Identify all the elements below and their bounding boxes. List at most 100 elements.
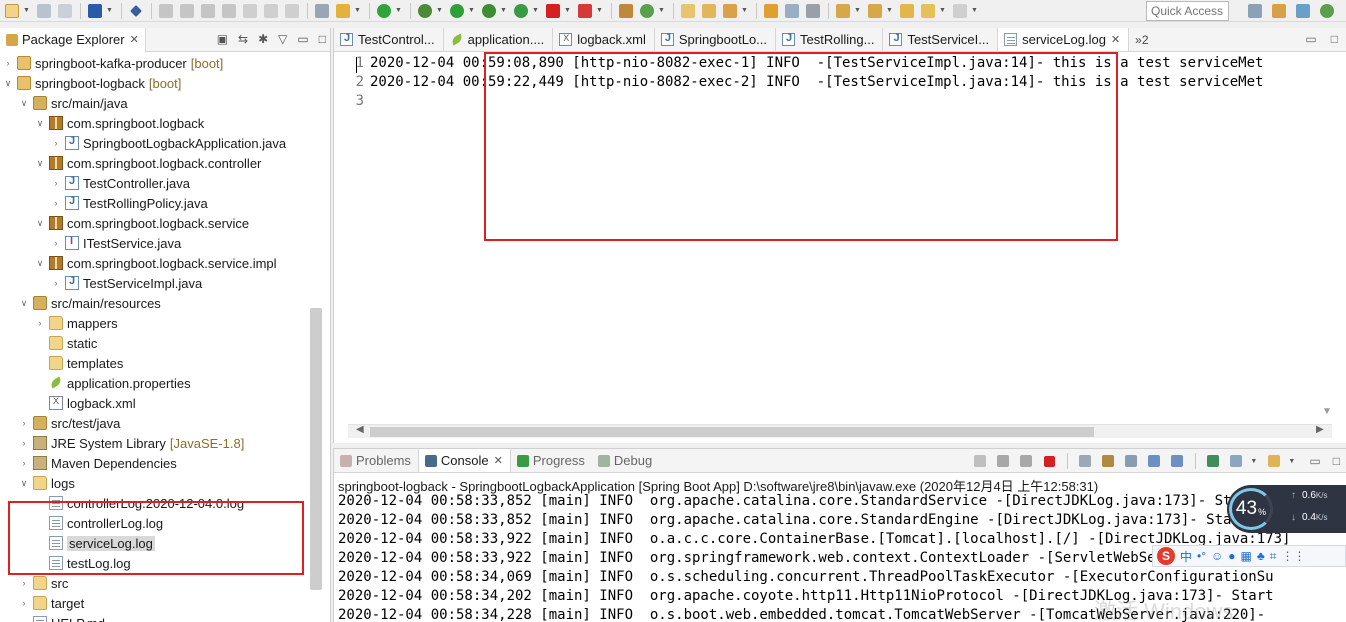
collapsed-chevron-icon[interactable]: › [18, 418, 30, 428]
tree-item[interactable]: ∨ springboot-logback [boot] [0, 73, 182, 93]
tree-item[interactable]: ∨ com.springboot.logback.service [0, 213, 249, 233]
console-tab[interactable]: Problems [334, 449, 418, 472]
new-icon[interactable] [2, 2, 22, 20]
package-tree-scrollbar[interactable] [310, 308, 322, 590]
tree-item[interactable]: ∨ src/main/resources [0, 293, 161, 313]
collapsed-chevron-icon[interactable]: › [50, 278, 62, 288]
toggle-block-selection-icon[interactable] [782, 2, 802, 20]
maximize-icon[interactable]: □ [1331, 32, 1338, 46]
step-over-icon[interactable] [261, 2, 281, 20]
keyboard-icon[interactable]: ▦ [1241, 549, 1252, 563]
run-external-icon[interactable] [511, 2, 531, 20]
scroll-right-icon[interactable]: ▶ [1316, 424, 1324, 435]
open-perspective-icon[interactable] [1245, 2, 1265, 20]
editor-horizontal-scrollbar[interactable]: ◀ ▶ [348, 424, 1332, 438]
terminate-relaunch-icon[interactable] [971, 452, 989, 470]
new-java-class-icon[interactable] [637, 2, 657, 20]
tree-item[interactable]: › springboot-kafka-producer [boot] [0, 53, 224, 73]
open-project-icon[interactable] [699, 2, 719, 20]
view-menu-icon[interactable]: ▽ [278, 32, 287, 46]
ime-toolbar[interactable]: S 中 •° ☺ ● ▦ ♣ ⌗ ⋮⋮ [1152, 545, 1346, 567]
editor-tab[interactable]: application.... [444, 28, 554, 51]
punctuation-icon[interactable]: •° [1197, 549, 1206, 563]
maximize-icon[interactable]: □ [319, 32, 326, 46]
tree-item[interactable]: logback.xml [0, 393, 136, 413]
tree-item[interactable]: ∨ src/main/java [0, 93, 128, 113]
chevron-down-icon[interactable]: ▼ [436, 7, 444, 14]
tree-item[interactable]: › src/test/java [0, 413, 121, 433]
chevron-down-icon[interactable]: ▼ [886, 7, 894, 14]
scrollbar-thumb[interactable] [370, 427, 1094, 437]
tree-item[interactable]: › Maven Dependencies [0, 453, 177, 473]
collapsed-chevron-icon[interactable]: › [18, 578, 30, 588]
chevron-down-icon[interactable]: ▼ [1288, 458, 1296, 465]
grid-menu-icon[interactable]: ⋮⋮ [1282, 549, 1306, 563]
tree-item[interactable]: ∨ logs [0, 473, 75, 493]
run-icon[interactable] [447, 2, 467, 20]
chevron-down-icon[interactable]: ▼ [468, 7, 476, 14]
tree-item[interactable]: › src [0, 573, 69, 593]
chevron-down-icon[interactable]: ▼ [971, 7, 979, 14]
collapsed-chevron-icon[interactable]: › [50, 198, 62, 208]
toggle-mark-occurrences-icon[interactable] [761, 2, 781, 20]
scroll-down-icon[interactable]: ▼ [1322, 406, 1332, 417]
collapsed-chevron-icon[interactable]: › [34, 318, 46, 328]
show-on-stdout-icon[interactable] [1145, 452, 1163, 470]
network-monitor-widget[interactable]: 43% ↑ 0.6K/s ↓ 0.4K/s [1227, 485, 1346, 533]
skip-breakpoints-icon[interactable] [126, 2, 146, 20]
chevron-down-icon[interactable]: ▼ [500, 7, 508, 14]
tree-item[interactable]: › mappers [0, 313, 118, 333]
console-tab[interactable]: Console ✕ [417, 449, 511, 472]
previous-annotation-icon[interactable] [865, 2, 885, 20]
collapsed-chevron-icon[interactable]: › [18, 438, 30, 448]
expanded-chevron-icon[interactable]: ∨ [34, 218, 46, 229]
tree-item[interactable]: › SpringbootLogbackApplication.java [0, 133, 287, 153]
collapsed-chevron-icon[interactable]: › [50, 138, 62, 148]
close-icon[interactable]: ✕ [130, 33, 139, 46]
maximize-icon[interactable]: □ [1333, 454, 1340, 468]
tree-item[interactable]: ∨ com.springboot.logback [0, 113, 205, 133]
word-wrap-icon[interactable] [1122, 452, 1140, 470]
new-java-package-icon[interactable] [616, 2, 636, 20]
minimize-icon[interactable]: ▭ [1309, 454, 1320, 468]
skin-icon[interactable]: ♣ [1257, 549, 1265, 563]
open-type-icon[interactable] [333, 2, 353, 20]
suspend-icon[interactable] [177, 2, 197, 20]
chevron-down-icon[interactable]: ▼ [23, 7, 31, 14]
step-return-icon[interactable] [282, 2, 302, 20]
tree-item[interactable]: static [0, 333, 97, 353]
expanded-chevron-icon[interactable]: ∨ [34, 258, 46, 269]
quick-access-input[interactable] [1146, 1, 1229, 21]
open-folder-icon[interactable] [678, 2, 698, 20]
chevron-down-icon[interactable]: ▼ [1250, 458, 1258, 465]
chevron-down-icon[interactable]: ▼ [854, 7, 862, 14]
expanded-chevron-icon[interactable]: ∨ [18, 98, 30, 109]
emoji-icon[interactable]: ☺ [1211, 549, 1223, 563]
screenshot-icon[interactable]: ⌗ [1270, 549, 1277, 564]
open-task-icon[interactable] [720, 2, 740, 20]
console-tab[interactable]: Debug [592, 449, 659, 472]
tree-item[interactable]: ∨ com.springboot.logback.controller [0, 153, 262, 173]
resume-icon[interactable] [156, 2, 176, 20]
close-icon[interactable]: ✕ [1111, 33, 1120, 46]
collapsed-chevron-icon[interactable]: › [18, 458, 30, 468]
minimize-icon[interactable]: ▭ [297, 32, 308, 46]
editor-tab[interactable]: serviceLog.log ✕ [998, 28, 1130, 51]
scroll-left-icon[interactable]: ◀ [356, 424, 364, 435]
close-icon[interactable]: ✕ [494, 454, 503, 467]
tree-item[interactable]: › TestController.java [0, 173, 190, 193]
coverage-icon[interactable] [479, 2, 499, 20]
minimize-icon[interactable]: ▭ [1305, 32, 1316, 46]
remove-all-launches-icon[interactable] [1017, 452, 1035, 470]
save-all-icon[interactable] [55, 2, 75, 20]
more-tabs-button[interactable]: »2 [1129, 28, 1154, 51]
collapsed-chevron-icon[interactable]: › [50, 178, 62, 188]
show-on-stderr-icon[interactable] [1168, 452, 1186, 470]
chevron-down-icon[interactable]: ▼ [939, 7, 947, 14]
collapse-all-icon[interactable]: ▣ [217, 32, 228, 46]
expanded-chevron-icon[interactable]: ∨ [34, 118, 46, 129]
console-tab[interactable]: Progress [511, 449, 592, 472]
link-with-editor-icon[interactable]: ⇆ [238, 32, 248, 46]
java-perspective-icon[interactable] [1293, 2, 1313, 20]
editor-tab[interactable]: SpringbootLo... [655, 28, 777, 51]
